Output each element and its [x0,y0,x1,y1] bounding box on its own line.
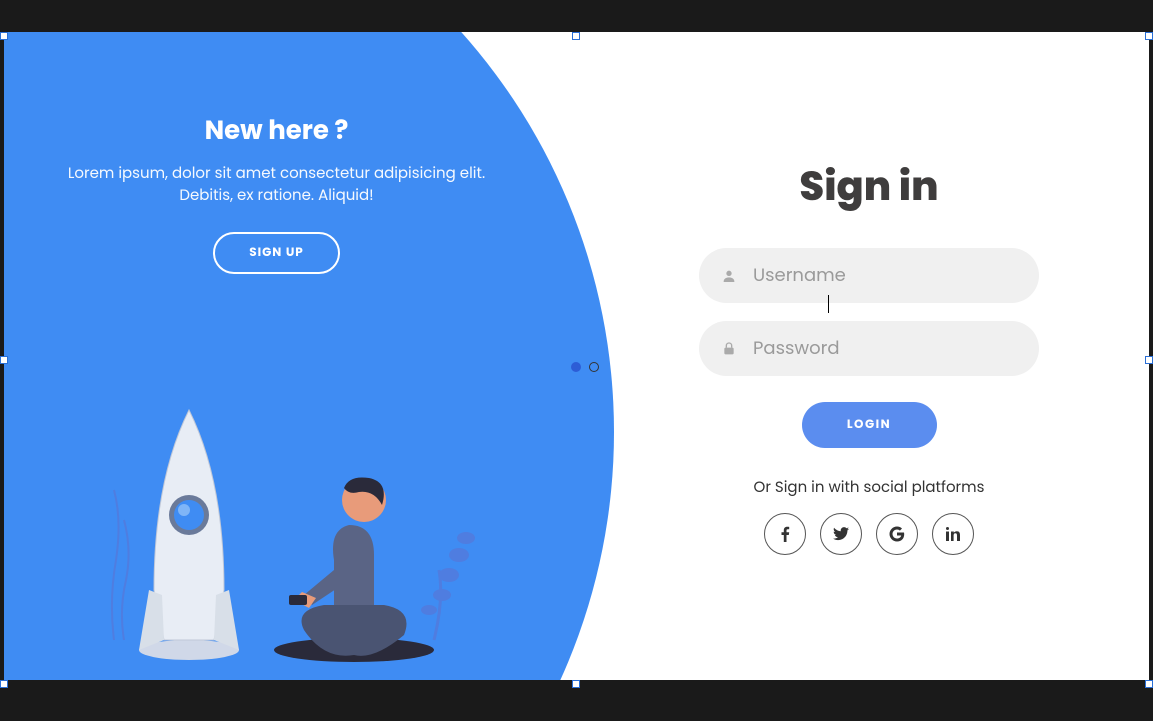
rocket-person-illustration [94,360,494,670]
user-icon [721,268,737,284]
left-description: Lorem ipsum, dolor sit amet consectetur … [64,163,489,208]
linkedin-icon[interactable] [932,513,974,555]
username-field-wrapper [699,248,1039,303]
app-frame: New here ? Lorem ipsum, dolor sit amet c… [4,32,1149,680]
selection-handle-bottom-mid[interactable] [572,680,580,688]
selection-handle-bottom-right[interactable] [1145,680,1153,688]
editor-canvas: New here ? Lorem ipsum, dolor sit amet c… [0,0,1153,721]
text-cursor [828,295,829,313]
selection-handle-top-right[interactable] [1145,32,1153,40]
dot-1[interactable] [571,362,581,372]
left-panel: New here ? Lorem ipsum, dolor sit amet c… [4,112,549,274]
username-input[interactable] [753,262,1101,289]
facebook-icon[interactable] [764,513,806,555]
social-icons-row [764,513,974,555]
signup-button[interactable]: SIGN UP [213,232,340,274]
left-title: New here ? [64,112,489,151]
password-field-wrapper [699,321,1039,376]
selection-handle-top-left[interactable] [0,32,8,40]
google-icon[interactable] [876,513,918,555]
signin-panel: Sign in LOGIN Or Sign in with social pla… [589,32,1149,680]
lock-icon [721,341,737,357]
password-input[interactable] [753,335,1101,362]
social-text: Or Sign in with social platforms [754,476,985,499]
selection-handle-top-mid[interactable] [572,32,580,40]
selection-handle-mid-left[interactable] [0,356,8,364]
selection-handle-bottom-left[interactable] [0,680,8,688]
selection-handle-mid-right[interactable] [1145,356,1153,364]
login-button[interactable]: LOGIN [802,402,937,448]
twitter-icon[interactable] [820,513,862,555]
signin-title: Sign in [799,156,938,216]
